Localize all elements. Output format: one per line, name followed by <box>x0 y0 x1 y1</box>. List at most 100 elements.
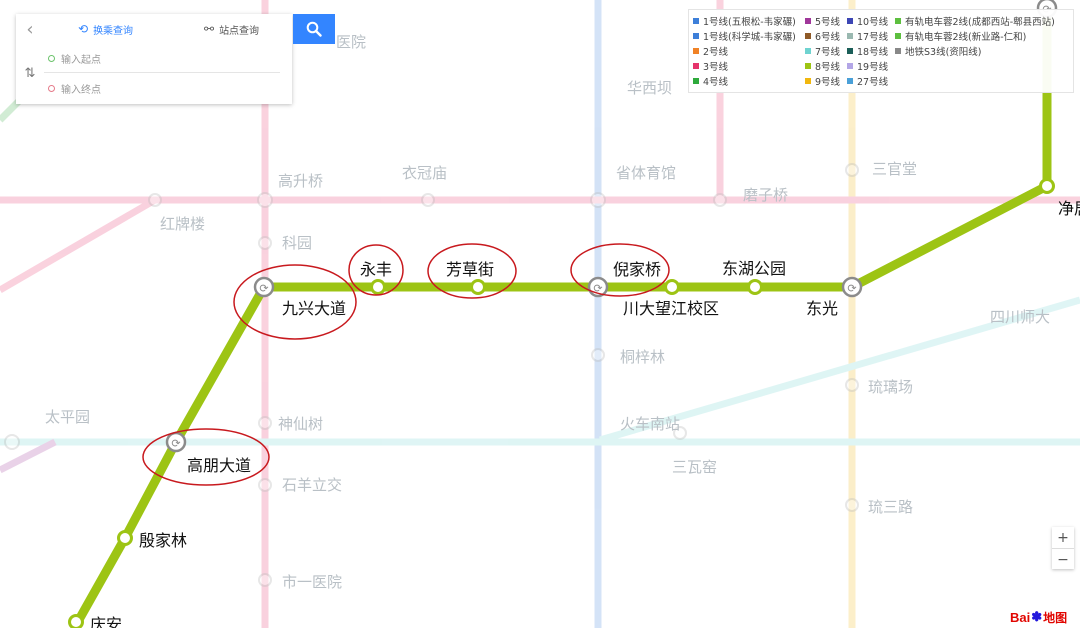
back-button[interactable]: ‹ <box>16 14 44 44</box>
end-dot-icon <box>48 84 55 92</box>
legend-item[interactable]: 27号线 <box>847 73 888 88</box>
line-color-swatch <box>805 47 811 54</box>
line-color-swatch <box>805 32 811 39</box>
label-dongguang: 东光 <box>806 299 838 318</box>
station-label-yiguan: 衣冠庙 <box>402 164 447 182</box>
label-qingan: 庆安 <box>90 615 122 628</box>
legend-item[interactable]: 9号线 <box>805 73 840 88</box>
legend-item-label: 有轨电车蓉2线(成都西站-郫县西站) <box>905 16 1055 28</box>
legend-item[interactable]: 有轨电车蓉2线(成都西站-郫县西站) <box>895 13 1055 28</box>
legend-item-label: 1号线(五根松-韦家碾) <box>703 16 796 28</box>
label-yinjia: 殷家林 <box>139 531 187 550</box>
line-legend: 1号线(五根松-韦家碾) 1号线(科学城-韦家碾) 2号线 3号线 4号线 5号线 6号线… <box>688 9 1074 93</box>
legend-item[interactable]: 1号线(科学城-韦家碾) <box>693 28 796 43</box>
legend-item[interactable]: 18号线 <box>847 43 888 58</box>
transfer-dongguang: ⟳ <box>841 276 863 298</box>
legend-item[interactable]: 8号线 <box>805 58 840 73</box>
line-color-swatch <box>693 77 699 84</box>
transfer-jiuxing: ⟳ <box>253 276 275 298</box>
station-yongfeng <box>370 279 386 295</box>
line-color-swatch <box>805 62 811 69</box>
legend-item[interactable]: 3号线 <box>693 58 796 73</box>
end-placeholder: 输入终点 <box>61 84 101 96</box>
line-color-swatch <box>693 47 699 54</box>
baidu-map-logo[interactable]: Bai ✽ 地图 <box>1010 608 1067 626</box>
search-button[interactable] <box>293 14 335 44</box>
logo-map-text: 地图 <box>1043 610 1068 625</box>
route-search-panel: ‹ ⟲ 换乘查询 ⚯ 站点查询 ⇅ 输入起点 输入终点 <box>16 14 292 104</box>
station-fangcao <box>470 279 486 295</box>
legend-item[interactable]: 2号线 <box>693 43 796 58</box>
legend-column-3: 10号线 17号线 18号线 19号线 27号线 <box>847 13 888 88</box>
legend-item-label: 10号线 <box>857 16 889 28</box>
label-yongfeng: 永丰 <box>360 260 392 279</box>
station-route-icon: ⚯ <box>204 22 215 36</box>
line-color-swatch <box>847 17 853 24</box>
svg-text:⟳: ⟳ <box>171 437 180 450</box>
legend-item[interactable]: 有轨电车蓉2线(新业路-仁和) <box>895 28 1055 43</box>
start-dot-icon <box>48 54 55 62</box>
legend-item[interactable]: 6号线 <box>805 28 840 43</box>
legend-item[interactable]: 17号线 <box>847 28 888 43</box>
logo-bai: Bai <box>1010 609 1031 625</box>
station-jingju <box>1039 178 1055 194</box>
line-color-swatch <box>847 47 853 54</box>
legend-item-label: 8号线 <box>815 61 841 73</box>
line-color-swatch <box>847 32 853 39</box>
legend-item-label: 18号线 <box>857 46 889 58</box>
station-label-tongzi: 桐梓林 <box>620 348 665 366</box>
legend-item[interactable]: 1号线(五根松-韦家碾) <box>693 13 796 28</box>
legend-item-label: 4号线 <box>703 76 729 88</box>
station-label-mozi: 磨子桥 <box>743 186 788 204</box>
legend-item-label: 17号线 <box>857 31 889 43</box>
zoom-out-button[interactable]: − <box>1052 549 1074 570</box>
station-label-huaxiba: 华西坝 <box>627 79 672 97</box>
legend-item-label: 27号线 <box>857 76 889 88</box>
paw-icon: ✽ <box>1031 609 1043 624</box>
label-gaopeng: 高朋大道 <box>187 456 251 475</box>
line-8-labels: 九兴大道 永丰 芳草街 倪家桥 川大望江校区 东湖公园 东光 净居 高朋大道 殷… <box>90 199 1080 628</box>
tab-station-search[interactable]: ⚯ 站点查询 <box>204 14 259 44</box>
station-label-taiping: 太平园 <box>45 408 90 426</box>
tab-transfer-search[interactable]: ⟲ 换乘查询 <box>78 14 133 44</box>
legend-item-label: 有轨电车蓉2线(新业路-仁和) <box>905 31 1027 43</box>
legend-item[interactable]: 10号线 <box>847 13 888 28</box>
label-chuanda: 川大望江校区 <box>623 299 719 318</box>
end-point-input[interactable]: 输入终点 <box>44 74 280 102</box>
svg-text:⟳: ⟳ <box>847 282 856 295</box>
start-placeholder: 输入起点 <box>61 54 101 66</box>
transfer-icon: ⟲ <box>78 22 89 36</box>
line-color-swatch <box>847 77 853 84</box>
legend-item[interactable]: 19号线 <box>847 58 888 73</box>
line-8-stations[interactable] <box>68 178 1055 628</box>
legend-item-label: 9号线 <box>815 76 841 88</box>
line-color-swatch <box>805 77 811 84</box>
station-label-hongpai: 红牌楼 <box>160 215 205 233</box>
legend-item-label: 6号线 <box>815 31 841 43</box>
legend-item[interactable]: 4号线 <box>693 73 796 88</box>
label-fangcao: 芳草街 <box>446 260 494 279</box>
station-label-shenxian: 神仙树 <box>278 415 323 433</box>
line-color-swatch <box>895 47 901 54</box>
station-yinjia <box>117 530 133 546</box>
legend-column-4: 有轨电车蓉2线(成都西站-郫县西站) 有轨电车蓉2线(新业路-仁和) 地铁S3线(资… <box>895 13 1055 58</box>
station-label-shengti: 省体育馆 <box>616 164 676 182</box>
legend-item-label: 2号线 <box>703 46 729 58</box>
station-label-sanguan: 三官堂 <box>872 160 917 178</box>
legend-item[interactable]: 5号线 <box>805 13 840 28</box>
transfer-gaopeng: ⟳ <box>165 431 187 453</box>
line-color-swatch <box>693 17 699 24</box>
legend-item[interactable]: 地铁S3线(资阳线) <box>895 43 1055 58</box>
zoom-in-button[interactable]: + <box>1052 527 1074 549</box>
start-point-input[interactable]: 输入起点 <box>44 44 280 73</box>
line-color-swatch <box>805 17 811 24</box>
legend-item[interactable]: 7号线 <box>805 43 840 58</box>
swap-endpoints-button[interactable]: ⇅ <box>20 66 40 81</box>
legend-item-label: 地铁S3线(资阳线) <box>905 46 982 58</box>
station-label-sanwa: 三瓦窑 <box>672 458 717 476</box>
station-donghu <box>747 279 763 295</box>
tab-station-label: 站点查询 <box>219 25 260 37</box>
station-label-shiyang: 石羊立交 <box>282 476 342 494</box>
station-label-keyuan: 科园 <box>282 234 312 252</box>
legend-column-2: 5号线 6号线 7号线 8号线 9号线 <box>805 13 840 88</box>
